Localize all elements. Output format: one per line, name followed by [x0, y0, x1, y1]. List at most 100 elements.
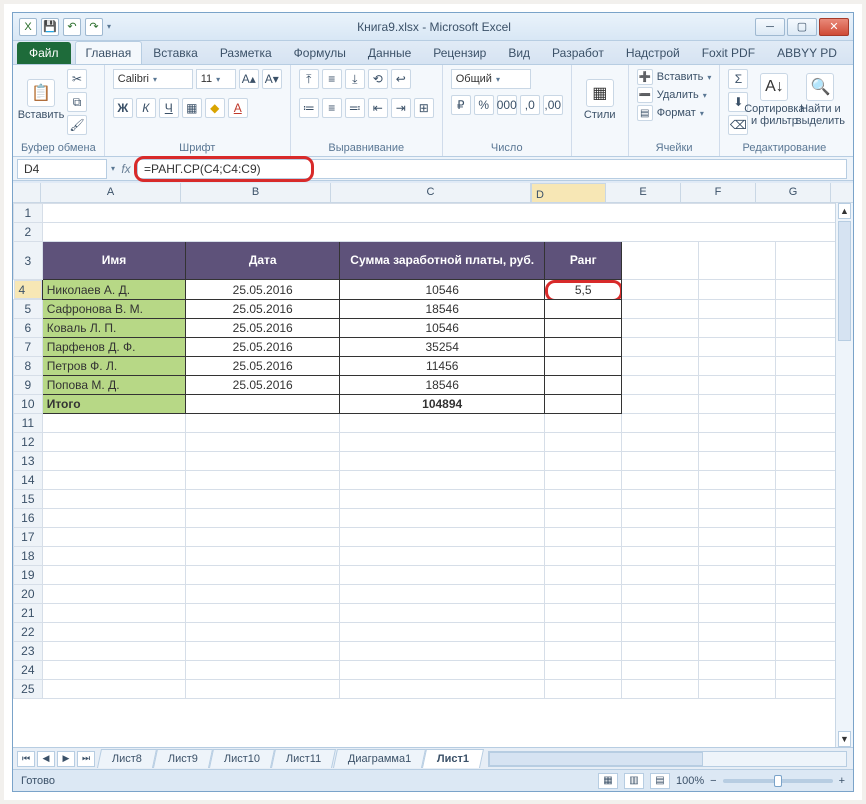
row-header-1[interactable]: 1: [14, 204, 43, 223]
cell-A7[interactable]: Парфенов Д. Ф.: [42, 338, 186, 357]
fx-icon[interactable]: fx: [115, 162, 137, 176]
sheet-tab-Лист1[interactable]: Лист1: [422, 749, 484, 768]
sheet-nav-last-icon[interactable]: ⏭: [77, 751, 95, 767]
tab-view[interactable]: Вид: [497, 41, 541, 64]
sheet-tab-Лист11[interactable]: Лист11: [271, 749, 336, 768]
save-icon[interactable]: 💾: [41, 18, 59, 36]
increase-decimal-icon[interactable]: ,0: [520, 95, 540, 115]
row-header-22[interactable]: 22: [14, 623, 43, 642]
sheet-tab-Лист8[interactable]: Лист8: [97, 749, 157, 768]
sheet-tab-Диаграмма1[interactable]: Диаграмма1: [333, 749, 426, 768]
qat-more-icon[interactable]: ▾: [107, 22, 111, 31]
cell-A9[interactable]: Попова М. Д.: [42, 376, 186, 395]
cell-B8[interactable]: 25.05.2016: [186, 357, 340, 376]
col-header-A[interactable]: A: [41, 183, 181, 202]
col-header-D[interactable]: D: [531, 183, 606, 203]
col-header-B[interactable]: B: [181, 183, 331, 202]
orientation-icon[interactable]: ⟲: [368, 69, 388, 89]
cell-A8[interactable]: Петров Ф. Л.: [42, 357, 186, 376]
cell-C6[interactable]: 10546: [340, 319, 545, 338]
zoom-slider[interactable]: [723, 779, 833, 783]
col-header-G[interactable]: G: [756, 183, 831, 202]
tab-developer[interactable]: Разработ: [541, 41, 615, 64]
cell-D5[interactable]: [545, 300, 622, 319]
row-header-10[interactable]: 10: [14, 395, 43, 414]
cell-D10[interactable]: [545, 395, 622, 414]
align-middle-icon[interactable]: ≡: [322, 69, 342, 89]
cell-D6[interactable]: [545, 319, 622, 338]
cells-table[interactable]: 1 2 3 Имя Дата Сумма заработной платы, р…: [13, 203, 853, 699]
cell-D9[interactable]: [545, 376, 622, 395]
wrap-text-icon[interactable]: ↩: [391, 69, 411, 89]
row-header-14[interactable]: 14: [14, 471, 43, 490]
cell-B4[interactable]: 25.05.2016: [186, 280, 340, 300]
sort-filter-button[interactable]: A↓Сортировка и фильтр: [754, 69, 794, 131]
header-date[interactable]: Дата: [186, 242, 340, 280]
scroll-up-icon[interactable]: ▲: [838, 203, 851, 219]
cell-A5[interactable]: Сафронова В. М.: [42, 300, 186, 319]
cut-icon[interactable]: ✂: [67, 69, 87, 89]
row-header-18[interactable]: 18: [14, 547, 43, 566]
cell-D7[interactable]: [545, 338, 622, 357]
grow-font-icon[interactable]: A▴: [239, 69, 259, 89]
view-normal-icon[interactable]: ▦: [598, 773, 618, 789]
row-header-5[interactable]: 5: [14, 300, 43, 319]
font-size-select[interactable]: 11▾: [196, 69, 236, 89]
italic-icon[interactable]: К: [136, 98, 156, 118]
cell-C10[interactable]: 104894: [340, 395, 545, 414]
zoom-in-button[interactable]: +: [839, 775, 845, 787]
cell-C7[interactable]: 35254: [340, 338, 545, 357]
header-name[interactable]: Имя: [42, 242, 186, 280]
row-header-15[interactable]: 15: [14, 490, 43, 509]
worksheet-grid[interactable]: A B C D E F G 1 2 3 Имя Дата Сумма зараб…: [13, 183, 853, 747]
format-cells-button[interactable]: ▤Формат▾: [637, 105, 712, 121]
fill-color-icon[interactable]: ◆: [205, 98, 225, 118]
tab-abbyy[interactable]: ABBYY PD: [766, 41, 848, 64]
scroll-down-icon[interactable]: ▼: [838, 731, 851, 747]
cell-A10[interactable]: Итого: [42, 395, 186, 414]
font-color-icon[interactable]: A: [228, 98, 248, 118]
sheet-tab-Лист9[interactable]: Лист9: [153, 749, 213, 768]
header-sum[interactable]: Сумма заработной платы, руб.: [340, 242, 545, 280]
tab-review[interactable]: Рецензир: [422, 41, 497, 64]
sheet-nav-first-icon[interactable]: ⏮: [17, 751, 35, 767]
col-header-C[interactable]: C: [331, 183, 531, 202]
currency-icon[interactable]: ₽: [451, 95, 471, 115]
cell-C9[interactable]: 18546: [340, 376, 545, 395]
col-header-E[interactable]: E: [606, 183, 681, 202]
row-header-13[interactable]: 13: [14, 452, 43, 471]
paste-button[interactable]: 📋 Вставить: [21, 69, 61, 131]
autosum-icon[interactable]: Σ: [728, 69, 748, 89]
tab-data[interactable]: Данные: [357, 41, 422, 64]
align-right-icon[interactable]: ≕: [345, 98, 365, 118]
bold-icon[interactable]: Ж: [113, 98, 133, 118]
find-select-button[interactable]: 🔍Найти и выделить: [800, 69, 840, 131]
minimize-button[interactable]: ─: [755, 18, 785, 36]
row-header-7[interactable]: 7: [14, 338, 43, 357]
align-bottom-icon[interactable]: ⤓: [345, 69, 365, 89]
hscroll-thumb[interactable]: [489, 752, 703, 766]
number-format-select[interactable]: Общий▾: [451, 69, 531, 89]
row-header-2[interactable]: 2: [14, 223, 43, 242]
font-name-select[interactable]: Calibri▾: [113, 69, 193, 89]
cell-A6[interactable]: Коваль Л. П.: [42, 319, 186, 338]
cell-B5[interactable]: 25.05.2016: [186, 300, 340, 319]
sheet-tab-Лист10[interactable]: Лист10: [209, 749, 275, 768]
row-header-19[interactable]: 19: [14, 566, 43, 585]
cell-B6[interactable]: 25.05.2016: [186, 319, 340, 338]
sheet-nav-prev-icon[interactable]: ◀: [37, 751, 55, 767]
row-header-3[interactable]: 3: [14, 242, 43, 280]
insert-cells-button[interactable]: ➕Вставить▾: [637, 69, 712, 85]
view-break-icon[interactable]: ▤: [650, 773, 670, 789]
tab-home[interactable]: Главная: [75, 41, 143, 64]
row-header-16[interactable]: 16: [14, 509, 43, 528]
format-painter-icon[interactable]: 🖌: [67, 115, 87, 135]
view-layout-icon[interactable]: ▥: [624, 773, 644, 789]
maximize-button[interactable]: ▢: [787, 18, 817, 36]
vertical-scrollbar[interactable]: ▲ ▼: [835, 203, 853, 747]
row-header-23[interactable]: 23: [14, 642, 43, 661]
row-header-21[interactable]: 21: [14, 604, 43, 623]
tab-foxit[interactable]: Foxit PDF: [691, 41, 766, 64]
row-header-25[interactable]: 25: [14, 680, 43, 699]
formula-input[interactable]: =РАНГ.СР(C4;C4:C9): [137, 159, 847, 179]
